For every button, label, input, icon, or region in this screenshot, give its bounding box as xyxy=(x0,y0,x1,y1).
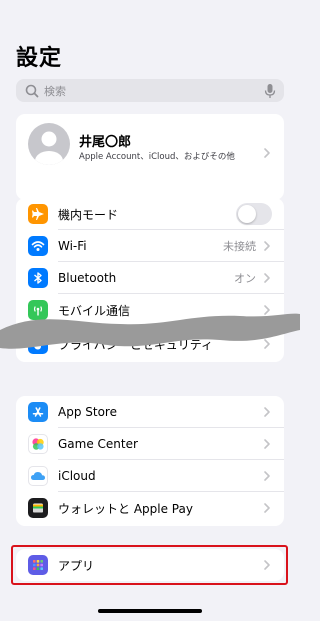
wifi-label: Wi-Fi xyxy=(58,239,87,253)
services-group: App Store Game Center iCloud ウォレットと Appl… xyxy=(16,396,284,526)
app-store-row[interactable]: App Store xyxy=(16,396,284,428)
profile-subtitle: Apple Account、iCloud、およびその他 xyxy=(79,152,235,162)
wallet-icon xyxy=(28,498,48,518)
airplane-mode-label: 機内モード xyxy=(58,207,119,222)
apps-grid-icon xyxy=(28,555,48,575)
profile-name: 井尾〇郎 xyxy=(79,135,132,150)
game-center-icon xyxy=(28,434,48,454)
chevron-right-icon xyxy=(264,241,270,251)
page-title: 設定 xyxy=(16,46,63,71)
chevron-right-icon xyxy=(264,148,270,158)
wifi-row[interactable]: Wi-Fi 未接続 xyxy=(16,230,284,262)
icloud-row[interactable]: iCloud xyxy=(16,460,284,492)
chevron-right-icon xyxy=(264,407,270,417)
wifi-icon xyxy=(28,236,48,256)
bluetooth-icon xyxy=(28,268,48,288)
wallet-row[interactable]: ウォレットと Apple Pay xyxy=(16,492,284,524)
chevron-right-icon xyxy=(264,560,270,570)
game-center-row[interactable]: Game Center xyxy=(16,428,284,460)
app-store-icon xyxy=(28,402,48,422)
home-indicator xyxy=(98,609,202,613)
airplane-mode-row[interactable]: 機内モード xyxy=(16,198,284,230)
search-placeholder: 検索 xyxy=(44,84,66,98)
chevron-right-icon xyxy=(264,503,270,513)
toggle-knob xyxy=(238,205,256,223)
icloud-icon xyxy=(28,466,48,486)
airplane-icon xyxy=(28,204,48,224)
wallet-label: ウォレットと Apple Pay xyxy=(58,501,193,516)
chevron-right-icon xyxy=(264,471,270,481)
chevron-right-icon xyxy=(264,273,270,283)
avatar xyxy=(28,123,70,165)
apps-group: アプリ xyxy=(16,549,284,581)
bluetooth-row[interactable]: Bluetooth オン xyxy=(16,262,284,294)
microphone-icon[interactable] xyxy=(264,83,276,99)
apple-account-card[interactable]: 井尾〇郎 Apple Account、iCloud、およびその他 xyxy=(16,114,284,200)
apps-row[interactable]: アプリ xyxy=(16,549,284,581)
wifi-status: 未接続 xyxy=(223,240,256,253)
search-field[interactable]: 検索 xyxy=(16,79,284,102)
apps-label: アプリ xyxy=(58,558,95,573)
bluetooth-label: Bluetooth xyxy=(58,271,117,285)
icloud-label: iCloud xyxy=(58,469,96,483)
app-store-label: App Store xyxy=(58,405,117,419)
airplane-mode-toggle[interactable] xyxy=(236,203,272,225)
bluetooth-status: オン xyxy=(234,272,256,285)
torn-edge-separator xyxy=(0,313,300,349)
chevron-right-icon xyxy=(264,439,270,449)
game-center-label: Game Center xyxy=(58,437,138,451)
search-icon xyxy=(25,84,39,97)
